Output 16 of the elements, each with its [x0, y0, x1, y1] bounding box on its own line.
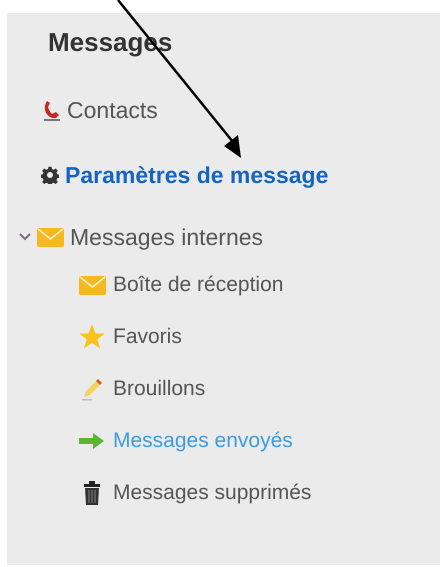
folder-item[interactable]: Messages supprimés	[77, 478, 312, 508]
folder-item[interactable]: Favoris	[77, 322, 182, 352]
menu-link[interactable]: Paramètres de message	[41, 158, 328, 192]
star-icon	[78, 323, 106, 351]
envelope-icon	[37, 228, 64, 246]
menu-link[interactable]: Contacts	[41, 93, 158, 127]
envelope-icon	[78, 276, 106, 294]
folder-item[interactable]: Brouillons	[77, 374, 206, 404]
gear-icon	[41, 166, 59, 184]
folder-link[interactable]: Messages internes	[37, 220, 264, 254]
folder-item[interactable]: Boîte de réception	[77, 270, 284, 300]
pencil-icon	[80, 377, 104, 401]
phone-icon	[41, 99, 61, 121]
chevron-icon[interactable]	[19, 232, 31, 242]
arrow-right-icon	[79, 432, 105, 450]
trash-icon	[83, 481, 101, 505]
